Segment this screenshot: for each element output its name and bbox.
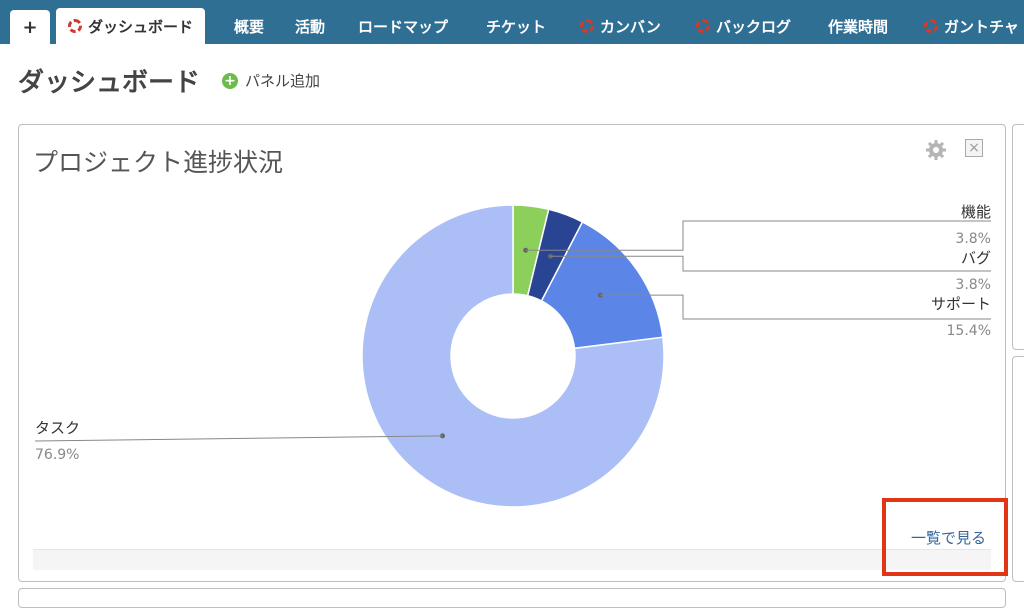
plus-circle-icon: + xyxy=(222,72,238,89)
slice-percent-label: 3.8% xyxy=(955,277,991,293)
redmine-icon xyxy=(68,19,82,33)
tab-label: ロードマップ xyxy=(358,17,449,36)
tab-label: チケット xyxy=(486,17,547,36)
slice-percent-label: 15.4% xyxy=(947,323,991,339)
redmine-icon xyxy=(580,19,594,33)
tab-label: ガントチャ xyxy=(944,17,1019,36)
tab-label: カンバン xyxy=(600,17,661,36)
tab-activity[interactable]: 活動 xyxy=(293,8,327,44)
add-tab-button[interactable]: + xyxy=(10,10,50,44)
slice-label: 機能 xyxy=(961,203,991,221)
tab-roadmap[interactable]: ロードマップ xyxy=(356,8,450,44)
tab-label: バックログ xyxy=(716,17,792,36)
tab-label: ダッシュボード xyxy=(88,17,194,36)
tab-label: 活動 xyxy=(295,17,326,36)
slice-label: サポート xyxy=(931,295,991,313)
slice-percent-label: 76.9% xyxy=(35,447,79,463)
highlight-annotation xyxy=(882,498,1008,576)
tab-backlog[interactable]: バックログ xyxy=(694,8,793,44)
tab-label: 概要 xyxy=(234,17,265,36)
tab-dashboard[interactable]: ダッシュボード xyxy=(56,8,206,44)
add-panel-button[interactable]: + パネル追加 xyxy=(222,70,320,91)
next-panel xyxy=(18,588,1006,608)
tab-overview[interactable]: 概要 xyxy=(232,8,266,44)
redmine-icon xyxy=(924,19,938,33)
side-panel xyxy=(1012,124,1024,350)
tab-kanban[interactable]: カンバン xyxy=(578,8,663,44)
slice-label: バグ xyxy=(961,249,991,267)
slice-percent-label: 3.8% xyxy=(955,231,991,247)
redmine-icon xyxy=(696,19,710,33)
panel-footer xyxy=(33,549,991,570)
page-title: ダッシュボード xyxy=(18,68,201,98)
donut-chart: 機能 3.8% バグ 3.8% サポート 15.4% タスク 76.9% xyxy=(34,203,991,508)
tab-time-entries[interactable]: 作業時間 xyxy=(826,8,890,44)
tab-issues[interactable]: チケット xyxy=(484,8,548,44)
tab-label: 作業時間 xyxy=(828,17,889,36)
tab-gantt[interactable]: ガントチャ xyxy=(922,8,1021,44)
project-tab-bar: + ダッシュボード 概要 活動 ロードマップ チケット カンバン バックログ 作… xyxy=(0,0,1024,44)
side-panel xyxy=(1012,356,1024,582)
leader-line xyxy=(34,435,443,442)
add-panel-label: パネル追加 xyxy=(245,72,321,90)
project-progress-panel: プロジェクト進捗状況 × 機能 3.8% バグ 3.8% サポート 15.4% タスク 76.… xyxy=(18,124,1006,582)
slice-label: タスク xyxy=(35,419,80,437)
